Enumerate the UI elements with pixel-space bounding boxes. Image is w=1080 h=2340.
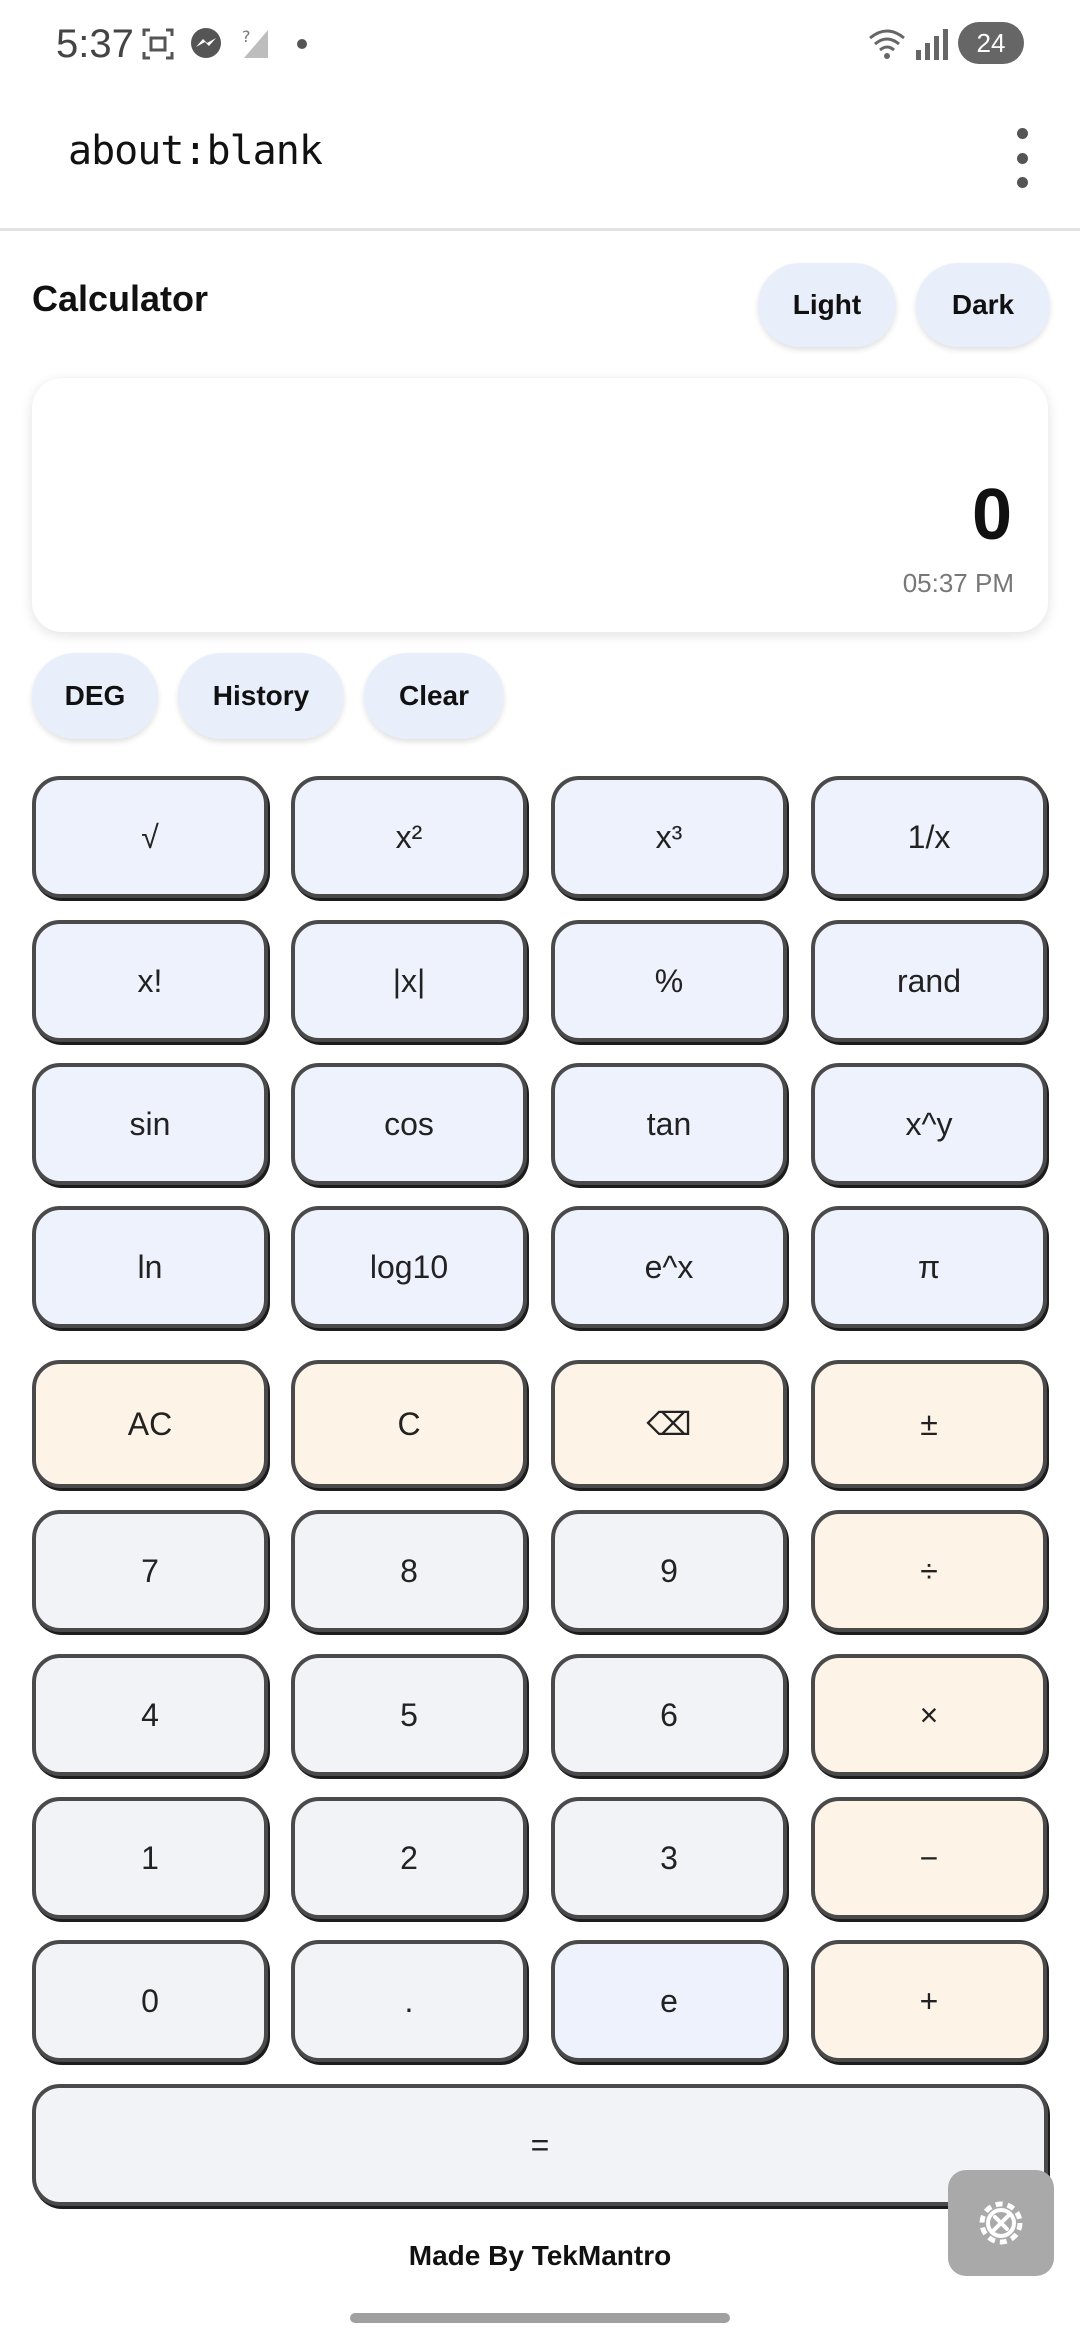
key-0[interactable]: 0 bbox=[32, 1940, 268, 2062]
wifi-icon bbox=[869, 29, 905, 59]
key-equals[interactable]: = bbox=[32, 2084, 1048, 2206]
key-all-clear[interactable]: AC bbox=[32, 1360, 268, 1488]
key-abs[interactable]: |x| bbox=[291, 920, 527, 1042]
key-4[interactable]: 4 bbox=[32, 1654, 268, 1776]
battery-indicator: 24 bbox=[958, 22, 1024, 64]
key-sin[interactable]: sin bbox=[32, 1063, 268, 1185]
status-time: 5:37 bbox=[56, 22, 134, 66]
key-rand[interactable]: rand bbox=[811, 920, 1047, 1042]
light-theme-button[interactable]: Light bbox=[758, 263, 896, 347]
home-indicator[interactable] bbox=[350, 2313, 730, 2323]
key-3[interactable]: 3 bbox=[551, 1797, 787, 1919]
key-tan[interactable]: tan bbox=[551, 1063, 787, 1185]
browser-toolbar: about:blank bbox=[0, 90, 1080, 231]
key-e[interactable]: e bbox=[551, 1940, 787, 2062]
key-square[interactable]: x² bbox=[291, 776, 527, 898]
display-value: 0 bbox=[971, 475, 1012, 555]
key-cube[interactable]: x³ bbox=[551, 776, 787, 898]
calculator-display: 0 05:37 PM bbox=[32, 378, 1048, 632]
key-power[interactable]: x^y bbox=[811, 1063, 1047, 1185]
display-timestamp: 05:37 PM bbox=[902, 568, 1014, 598]
key-2[interactable]: 2 bbox=[291, 1797, 527, 1919]
floating-settings-button[interactable] bbox=[948, 2170, 1054, 2276]
gear-icon bbox=[979, 2201, 1023, 2245]
key-divide[interactable]: ÷ bbox=[811, 1510, 1047, 1632]
key-multiply[interactable]: × bbox=[811, 1654, 1047, 1776]
key-9[interactable]: 9 bbox=[551, 1510, 787, 1632]
svg-text:?: ? bbox=[242, 27, 251, 46]
messenger-icon bbox=[191, 28, 221, 58]
key-ln[interactable]: ln bbox=[32, 1206, 268, 1328]
kebab-menu-icon[interactable] bbox=[1002, 128, 1042, 188]
key-percent[interactable]: % bbox=[551, 920, 787, 1042]
key-factorial[interactable]: x! bbox=[32, 920, 268, 1042]
key-add[interactable]: + bbox=[811, 1940, 1047, 2062]
key-log10[interactable]: log10 bbox=[291, 1206, 527, 1328]
key-6[interactable]: 6 bbox=[551, 1654, 787, 1776]
key-plus-minus[interactable]: ± bbox=[811, 1360, 1047, 1488]
no-signal-icon: ? bbox=[242, 27, 268, 58]
key-sqrt[interactable]: √ bbox=[32, 776, 268, 898]
key-8[interactable]: 8 bbox=[291, 1510, 527, 1632]
key-reciprocal[interactable]: 1/x bbox=[811, 776, 1047, 898]
key-cos[interactable]: cos bbox=[291, 1063, 527, 1185]
key-pi[interactable]: π bbox=[811, 1206, 1047, 1328]
key-clear[interactable]: C bbox=[291, 1360, 527, 1488]
history-button[interactable]: History bbox=[178, 653, 344, 739]
screenshot-icon bbox=[142, 28, 174, 60]
signal-icon bbox=[916, 29, 948, 60]
status-bar: 5:37 ? 24 bbox=[0, 0, 1080, 90]
key-exp[interactable]: e^x bbox=[551, 1206, 787, 1328]
page-title: Calculator bbox=[32, 278, 209, 319]
dark-theme-button[interactable]: Dark bbox=[916, 263, 1050, 347]
backspace-icon[interactable]: ⌫ bbox=[551, 1360, 787, 1488]
deg-toggle-button[interactable]: DEG bbox=[32, 653, 158, 739]
dot-icon bbox=[297, 39, 307, 49]
url-bar[interactable]: about:blank bbox=[68, 128, 323, 174]
clear-button[interactable]: Clear bbox=[364, 653, 504, 739]
key-7[interactable]: 7 bbox=[32, 1510, 268, 1632]
footer-credit: Made By TekMantro bbox=[408, 2240, 672, 2271]
key-decimal[interactable]: . bbox=[291, 1940, 527, 2062]
key-subtract[interactable]: − bbox=[811, 1797, 1047, 1919]
key-5[interactable]: 5 bbox=[291, 1654, 527, 1776]
key-1[interactable]: 1 bbox=[32, 1797, 268, 1919]
